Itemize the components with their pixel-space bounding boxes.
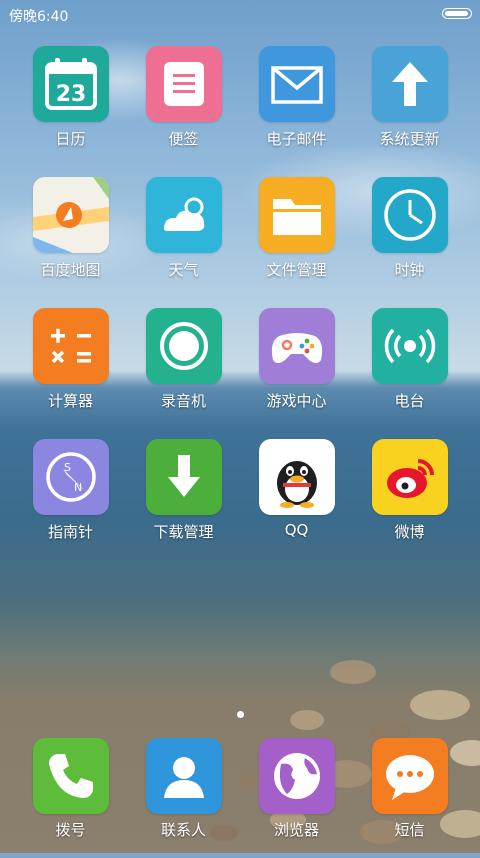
app-label: 短信 [394, 821, 425, 839]
app-label: 天气 [168, 261, 199, 279]
app-notes[interactable]: 便签 [127, 46, 240, 166]
qq-penguin-icon [258, 439, 335, 515]
app-label: QQ [284, 521, 309, 539]
app-label: 便签 [168, 130, 199, 148]
app-download-manager[interactable]: 下载管理 [127, 439, 240, 559]
message-icon [371, 738, 448, 814]
status-time: 傍晚6:40 [9, 9, 69, 25]
calendar-icon: 23 [32, 46, 109, 122]
app-contacts[interactable]: 联系人 [127, 738, 240, 858]
svg-text:N: N [74, 481, 82, 494]
app-messages[interactable]: 短信 [353, 738, 466, 858]
svg-text:S: S [64, 461, 71, 474]
app-label: 拨号 [55, 821, 86, 839]
app-label: 电台 [394, 392, 425, 410]
app-dialer[interactable]: 拨号 [14, 738, 127, 858]
phone-icon [32, 738, 109, 814]
app-radio[interactable]: 电台 [353, 308, 466, 428]
wallpaper-rock [330, 660, 376, 684]
app-calendar[interactable]: 23 日历 [14, 46, 127, 166]
app-label: 游戏中心 [266, 392, 327, 410]
app-email[interactable]: 电子邮件 [240, 46, 353, 166]
compass-icon: S N [32, 439, 109, 515]
page-dot[interactable] [236, 711, 244, 718]
app-label: 系统更新 [379, 130, 440, 148]
app-weibo[interactable]: 微博 [353, 439, 466, 559]
globe-icon [258, 738, 335, 814]
app-label: 计算器 [47, 392, 93, 410]
app-file-manager[interactable]: 文件管理 [240, 177, 353, 297]
app-calculator[interactable]: 计算器 [14, 308, 127, 428]
radio-icon [371, 308, 448, 384]
app-label: 时钟 [394, 261, 425, 279]
folder-icon [258, 177, 335, 253]
app-weather[interactable]: 天气 [127, 177, 240, 297]
clock-icon [371, 177, 448, 253]
app-recorder[interactable]: 录音机 [127, 308, 240, 428]
map-icon [32, 177, 109, 253]
calculator-icon [32, 308, 109, 384]
battery-icon [442, 8, 472, 19]
contact-icon [145, 738, 222, 814]
app-compass[interactable]: S N 指南针 [14, 439, 127, 559]
gamepad-icon [258, 308, 335, 384]
weather-icon [145, 177, 222, 253]
arrow-up-icon [371, 46, 448, 122]
page-indicator [0, 703, 480, 722]
app-clock[interactable]: 时钟 [353, 177, 466, 297]
app-label: 百度地图 [40, 261, 101, 279]
app-game-center[interactable]: 游戏中心 [240, 308, 353, 428]
app-label: 指南针 [47, 523, 93, 541]
app-browser[interactable]: 浏览器 [240, 738, 353, 858]
app-label: 电子邮件 [266, 130, 327, 148]
status-bar: 傍晚6:40 [0, 0, 480, 28]
app-label: 微博 [394, 523, 425, 541]
app-label: 浏览器 [273, 821, 319, 839]
app-system-update[interactable]: 系统更新 [353, 46, 466, 166]
mail-icon [258, 46, 335, 122]
app-qq[interactable]: QQ [240, 439, 353, 559]
record-icon [145, 308, 222, 384]
app-label: 联系人 [160, 821, 206, 839]
app-label: 文件管理 [266, 261, 327, 279]
app-label: 日历 [55, 130, 86, 148]
weibo-icon [371, 439, 448, 515]
app-label: 录音机 [160, 392, 206, 410]
svg-text:23: 23 [55, 82, 86, 107]
notes-icon [145, 46, 222, 122]
download-icon [145, 439, 222, 515]
app-label: 下载管理 [153, 523, 214, 541]
app-baidu-map[interactable]: 百度地图 [14, 177, 127, 297]
